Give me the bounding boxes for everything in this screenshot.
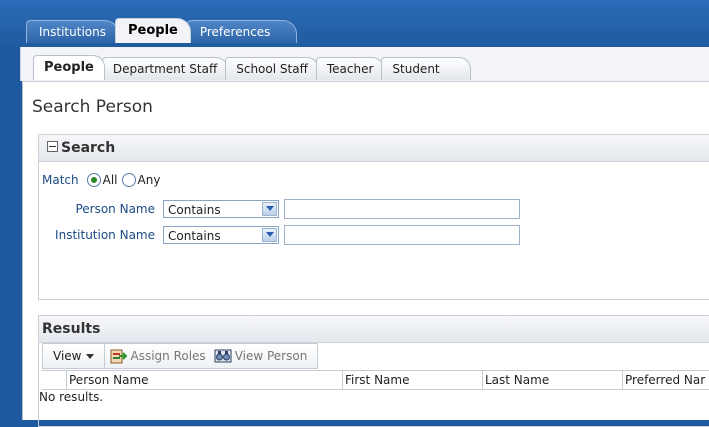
person-name-operator-value: Contains [168, 203, 221, 217]
page-title: Search Person [32, 97, 153, 117]
match-any-label: Any [137, 173, 161, 187]
results-toolbar: View Assign Roles View Person [42, 343, 707, 369]
no-results-message: No results. [39, 390, 104, 404]
tab-people[interactable]: People [114, 18, 191, 43]
dropdown-arrow-icon [86, 353, 95, 359]
person-name-input[interactable] [284, 199, 520, 219]
chevron-down-icon[interactable] [262, 202, 277, 216]
subtab-people[interactable]: People [33, 55, 105, 80]
binoculars-icon [214, 349, 232, 363]
institution-name-operator-value: Contains [168, 229, 221, 243]
institution-name-input[interactable] [284, 225, 520, 245]
match-label: Match [42, 173, 79, 187]
assign-roles-label: Assign Roles [130, 349, 206, 363]
person-name-row: Person Name Contains [42, 199, 520, 219]
column-header-preferred-name[interactable]: Preferred Nar [622, 371, 709, 389]
sub-tab-bar: People Department Staff School Staff Tea… [33, 55, 471, 80]
results-table-header: Person Name First Name Last Name Preferr… [42, 370, 709, 390]
person-name-label: Person Name [75, 202, 155, 216]
search-section: Search Match All Any Person Name Contain… [38, 134, 709, 300]
content-panel: Search Person Search Match All Any Perso… [22, 81, 709, 427]
institution-name-operator-select[interactable]: Contains [163, 226, 279, 244]
subtab-student[interactable]: Student [381, 57, 471, 80]
results-header: Results [39, 316, 709, 343]
search-header-label: Search [61, 140, 116, 156]
view-person-label: View Person [234, 349, 308, 363]
view-person-button[interactable]: View Person [210, 344, 318, 368]
subtab-school-staff[interactable]: School Staff [225, 57, 319, 80]
institution-name-label: Institution Name [55, 228, 155, 242]
institution-name-row: Institution Name Contains [42, 225, 520, 245]
view-menu[interactable]: View [43, 344, 106, 368]
view-menu-label: View [53, 349, 82, 363]
column-header-first-name[interactable]: First Name [342, 371, 482, 389]
column-header-last-name[interactable]: Last Name [482, 371, 622, 389]
search-section-header[interactable]: Search [39, 135, 709, 162]
row-selector-header [42, 371, 66, 389]
person-name-operator-select[interactable]: Contains [163, 200, 279, 218]
match-row: Match All Any [42, 173, 160, 187]
collapse-icon[interactable] [47, 141, 58, 152]
tab-preferences[interactable]: Preferences [186, 20, 298, 43]
match-all-label: All [102, 173, 118, 187]
tab-institutions[interactable]: Institutions [26, 20, 119, 43]
column-header-person-name[interactable]: Person Name [66, 371, 342, 389]
match-any-radio[interactable] [121, 173, 136, 187]
subtab-teacher[interactable]: Teacher [315, 57, 385, 80]
chevron-down-icon[interactable] [262, 228, 277, 242]
assign-roles-button[interactable]: Assign Roles [105, 344, 209, 368]
sub-tab-strip: People Department Staff School Staff Tea… [20, 47, 709, 81]
toolbar-group: View Assign Roles View Person [42, 343, 319, 369]
match-all-radio[interactable] [86, 173, 101, 187]
top-tab-bar: Institutions People Preferences [26, 17, 298, 43]
results-section: Results View Assign Roles View Person Pe… [38, 315, 709, 427]
assign-roles-icon [110, 349, 128, 364]
subtab-department-staff[interactable]: Department Staff [101, 57, 229, 80]
